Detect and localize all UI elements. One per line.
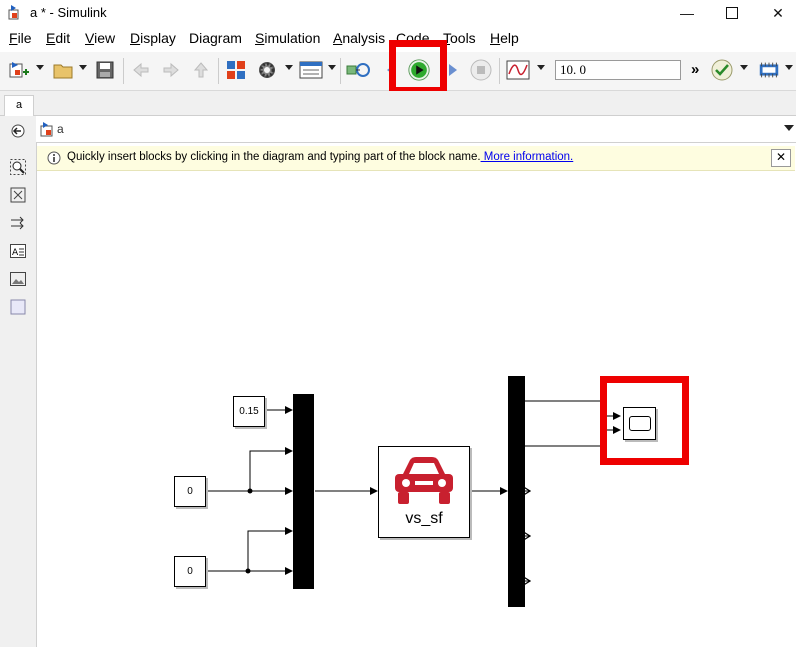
scope-highlight (600, 376, 689, 465)
demux-block[interactable] (508, 376, 525, 607)
constant-block[interactable]: 0.15 (233, 396, 265, 427)
signal-lines (204, 400, 621, 647)
constant-block[interactable]: 0 (174, 476, 206, 507)
vehicle-block[interactable]: vs_sf (378, 446, 470, 538)
constant-block[interactable]: 0 (174, 556, 206, 587)
vehicle-block-label: vs_sf (405, 510, 443, 527)
car-icon (395, 457, 453, 504)
mux-block[interactable] (293, 394, 314, 589)
